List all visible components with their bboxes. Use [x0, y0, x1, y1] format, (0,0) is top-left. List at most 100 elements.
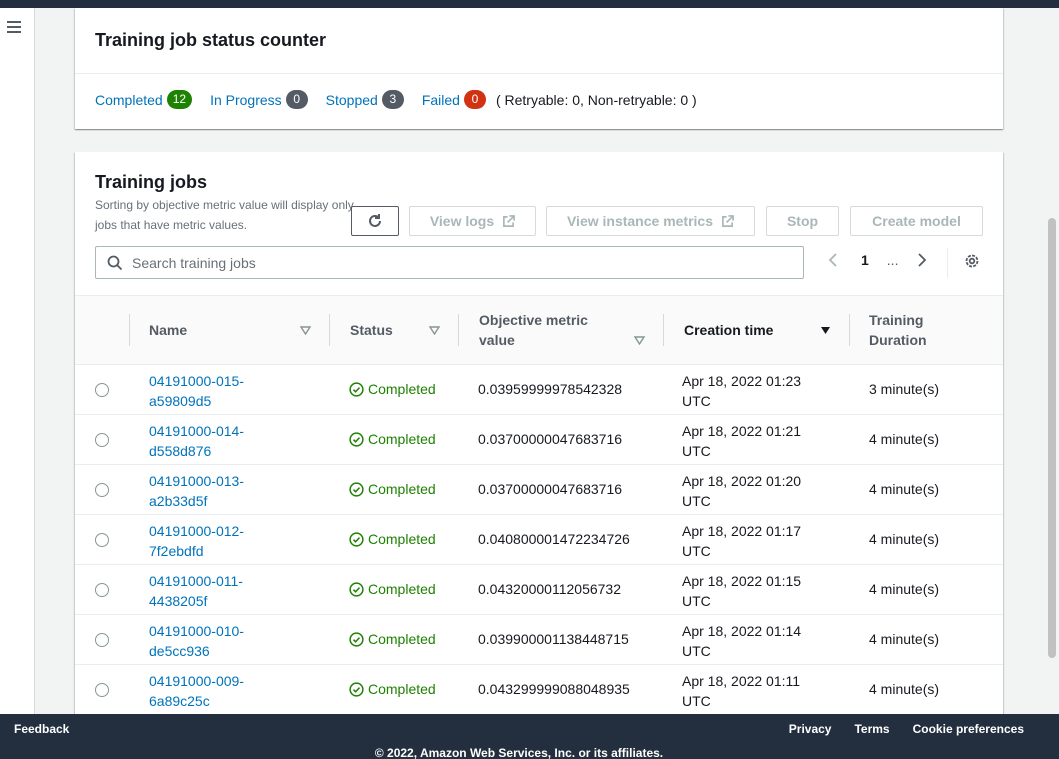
counter-stopped-badge: 3	[381, 90, 404, 109]
external-link-icon	[722, 214, 734, 227]
counter-failed-label[interactable]: Failed	[422, 92, 460, 108]
row-radio[interactable]	[95, 633, 109, 647]
page-number[interactable]: 1	[861, 252, 869, 268]
column-header-status[interactable]: Status	[350, 296, 393, 364]
footer: Feedback Privacy Terms Cookie preference…	[0, 714, 1059, 759]
copyright: © 2022, Amazon Web Services, Inc. or its…	[374, 746, 664, 759]
hamburger-menu-icon[interactable]	[7, 21, 21, 35]
search-box[interactable]	[95, 246, 804, 279]
cookie-preferences-link[interactable]: Cookie preferences	[913, 722, 1024, 736]
chevron-right-icon[interactable]	[916, 252, 928, 268]
footer-links: Privacy Terms Cookie preferences	[766, 722, 1024, 736]
status-cell: Completed	[349, 581, 436, 597]
view-instance-metrics-label: View instance metrics	[566, 213, 714, 229]
refresh-button[interactable]	[351, 206, 399, 236]
training-duration: 4 minute(s)	[869, 631, 940, 647]
page-ellipsis: ...	[886, 252, 899, 268]
refresh-icon	[369, 214, 381, 227]
job-name-link[interactable]: 04191000-011-4438205f	[149, 571, 269, 611]
counter-completed[interactable]: Completed 12	[95, 90, 193, 109]
column-divider	[849, 314, 850, 346]
column-header-duration[interactable]: Training Duration	[869, 296, 949, 364]
table-row[interactable]: 04191000-011-4438205f Completed 0.043200…	[75, 565, 1003, 615]
job-name-link[interactable]: 04191000-010-de5cc936	[149, 621, 269, 661]
table-row[interactable]: 04191000-009-6a89c25c Completed 0.043299…	[75, 665, 1003, 715]
counter-failed[interactable]: Failed 0	[422, 90, 486, 109]
column-divider	[663, 314, 664, 346]
status-text: Completed	[368, 381, 436, 397]
scrollbar-thumb[interactable]	[1048, 218, 1056, 658]
creation-time: Apr 18, 2022 01:21 UTC	[682, 423, 802, 459]
sort-descending-icon[interactable]	[820, 326, 831, 335]
counter-in-progress-badge: 0	[285, 90, 308, 109]
job-name-link[interactable]: 04191000-015-a59809d5	[149, 371, 269, 411]
table-row[interactable]: 04191000-013-a2b33d5f Completed 0.037000…	[75, 465, 1003, 515]
status-text: Completed	[368, 531, 436, 547]
view-instance-metrics-button[interactable]: View instance metrics	[546, 206, 755, 236]
table-row[interactable]: 04191000-014-d558d876 Completed 0.037000…	[75, 415, 1003, 465]
status-cell: Completed	[349, 681, 436, 697]
table-row[interactable]: 04191000-015-a59809d5 Completed 0.039599…	[75, 365, 1003, 415]
creation-time: Apr 18, 2022 01:23 UTC	[682, 373, 802, 409]
check-circle-icon	[349, 481, 364, 497]
status-text: Completed	[368, 631, 436, 647]
divider	[75, 73, 1003, 74]
creation-time: Apr 18, 2022 01:20 UTC	[682, 473, 802, 509]
counter-stopped[interactable]: Stopped 3	[326, 90, 404, 109]
stop-button[interactable]: Stop	[766, 206, 839, 236]
metric-value: 0.03700000047683716	[478, 431, 623, 447]
privacy-link[interactable]: Privacy	[789, 722, 832, 736]
gear-icon[interactable]	[963, 252, 981, 270]
table-row[interactable]: 04191000-012-7f2ebdfd Completed 0.040800…	[75, 515, 1003, 565]
creation-time: Apr 18, 2022 01:11 UTC	[682, 673, 801, 709]
counter-in-progress[interactable]: In Progress 0	[210, 90, 308, 109]
pager-divider	[947, 248, 948, 278]
training-duration: 4 minute(s)	[869, 581, 940, 597]
status-text: Completed	[368, 581, 436, 597]
sort-icon[interactable]	[300, 326, 311, 335]
chevron-left-icon[interactable]	[827, 252, 839, 268]
status-cell: Completed	[349, 631, 436, 647]
training-duration: 4 minute(s)	[869, 531, 940, 547]
check-circle-icon	[349, 681, 364, 697]
job-name-link[interactable]: 04191000-009-6a89c25c	[149, 671, 269, 711]
row-radio[interactable]	[95, 583, 109, 597]
status-cell: Completed	[349, 381, 436, 397]
create-model-button[interactable]: Create model	[850, 206, 983, 236]
row-radio[interactable]	[95, 383, 109, 397]
counter-completed-badge: 12	[166, 90, 193, 109]
sort-icon[interactable]	[634, 336, 645, 345]
feedback-link[interactable]: Feedback	[14, 722, 69, 736]
row-radio[interactable]	[95, 533, 109, 547]
column-header-creation-time[interactable]: Creation time	[684, 296, 773, 364]
metric-value: 0.039900001138448715	[478, 631, 629, 647]
counter-stopped-label[interactable]: Stopped	[326, 92, 378, 108]
job-name-link[interactable]: 04191000-014-d558d876	[149, 421, 269, 461]
column-header-objective[interactable]: Objective metric value	[479, 296, 609, 364]
metric-value: 0.040800001472234726	[478, 531, 630, 547]
sort-icon[interactable]	[429, 326, 440, 335]
column-header-name[interactable]: Name	[149, 296, 187, 364]
creation-time: Apr 18, 2022 01:17 UTC	[682, 523, 802, 559]
check-circle-icon	[349, 381, 364, 397]
counter-completed-label[interactable]: Completed	[95, 92, 163, 108]
row-radio[interactable]	[95, 683, 109, 697]
row-radio[interactable]	[95, 433, 109, 447]
terms-link[interactable]: Terms	[854, 722, 889, 736]
counter-in-progress-label[interactable]: In Progress	[210, 92, 282, 108]
view-logs-button[interactable]: View logs	[409, 206, 536, 236]
search-input[interactable]	[132, 247, 792, 278]
search-icon	[107, 255, 123, 271]
training-jobs-panel: Training jobs Sorting by objective metri…	[75, 152, 1003, 715]
scrollbar[interactable]	[1045, 8, 1059, 714]
training-duration: 3 minute(s)	[869, 381, 940, 397]
row-radio[interactable]	[95, 483, 109, 497]
pagination: 1 ...	[827, 252, 928, 268]
job-name-link[interactable]: 04191000-013-a2b33d5f	[149, 471, 269, 511]
table-row[interactable]: 04191000-010-de5cc936 Completed 0.039900…	[75, 615, 1003, 665]
status-counters: Completed 12 In Progress 0 Stopped 3 Fai…	[95, 90, 697, 109]
job-name-link[interactable]: 04191000-012-7f2ebdfd	[149, 521, 269, 561]
status-cell: Completed	[349, 481, 436, 497]
retryable-summary: ( Retryable: 0, Non-retryable: 0 )	[495, 91, 697, 108]
status-text: Completed	[368, 431, 436, 447]
